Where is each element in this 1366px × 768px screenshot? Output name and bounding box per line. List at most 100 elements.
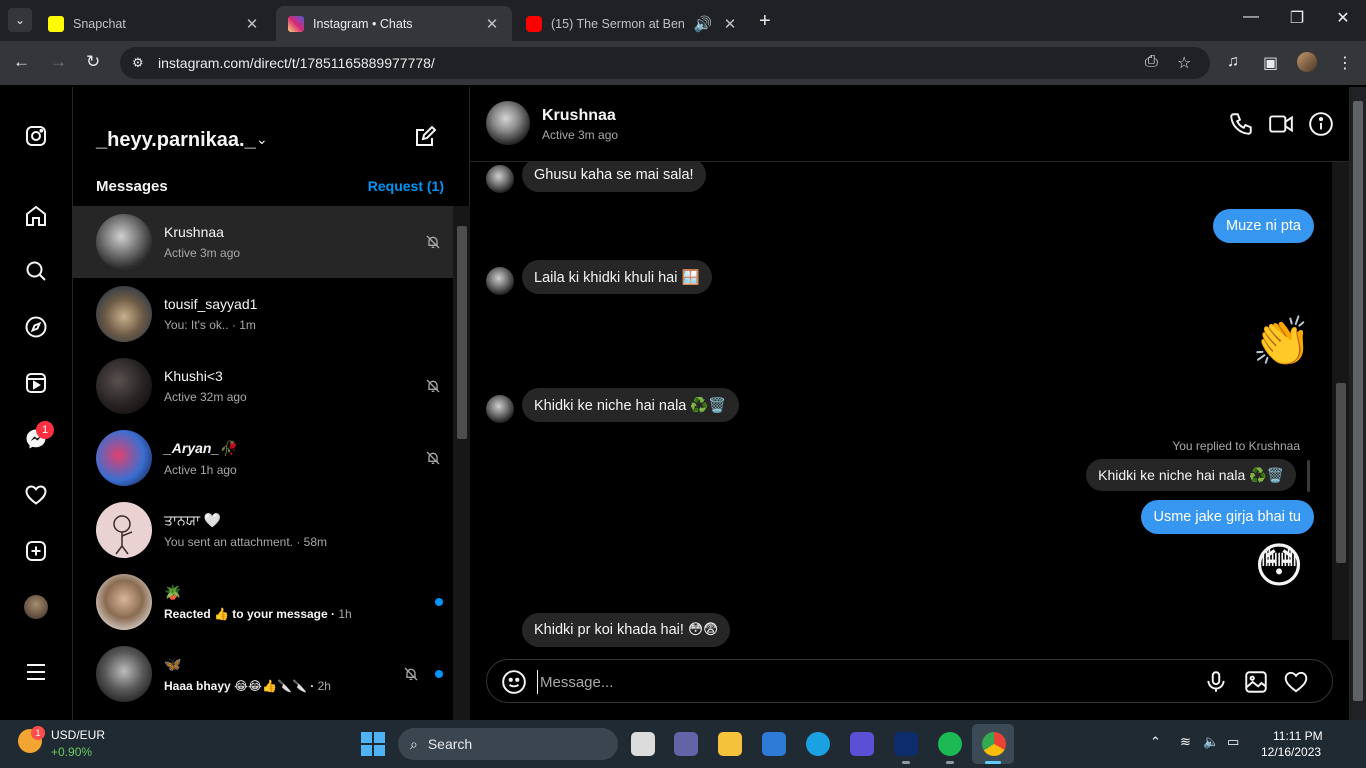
chat-row[interactable]: ਤਾਨਯਾ 🤍 You sent an attachment. · 58m [73, 494, 453, 566]
install-app-icon[interactable]: ⎙ [1145, 53, 1158, 71]
chat-preview: You sent an attachment. · [164, 534, 304, 549]
close-icon[interactable]: ✕ [484, 15, 500, 33]
widget-badge: 1 [31, 726, 45, 740]
media-control-icon[interactable]: ♫ [1227, 53, 1239, 71]
volume-icon[interactable]: 🔈 [1203, 734, 1219, 750]
chat-row[interactable]: 🦋 Haaa bhayy 😂😂👍🔪🔪 · 2h [73, 638, 453, 710]
info-icon[interactable] [1308, 111, 1334, 137]
heart-icon[interactable] [1283, 669, 1309, 695]
ticker-name[interactable]: USD/EUR [51, 728, 105, 742]
youtube-icon [526, 15, 542, 32]
tab-youtube[interactable]: (15) The Sermon at Benares 🔊 ✕ [514, 6, 750, 41]
chat-row[interactable]: Krushnaa Active 3m ago [73, 206, 453, 278]
mail-icon[interactable] [762, 732, 786, 756]
conversation-name[interactable]: Krushnaa [542, 107, 616, 125]
chrome-icon[interactable] [982, 732, 1006, 756]
url-text[interactable]: instagram.com/direct/t/17851165889977778… [158, 55, 435, 71]
reload-button[interactable]: ↻ [86, 52, 100, 72]
search-icon[interactable] [23, 258, 49, 284]
message-bubble-received[interactable]: Ghusu kaha se mai sala! [522, 162, 706, 192]
tab-instagram[interactable]: Instagram • Chats ✕ [276, 6, 512, 41]
chat-status: Active 1h ago [164, 462, 237, 477]
windows-start-icon[interactable] [361, 732, 385, 756]
taskbar-search[interactable]: ⌕ Search [398, 728, 618, 760]
window-close-button[interactable]: ✕ [1333, 8, 1353, 28]
back-button[interactable]: ← [13, 52, 30, 72]
conversation-header: Krushnaa Active 3m ago [470, 87, 1366, 162]
restore-button[interactable]: ❐ [1287, 8, 1307, 28]
chat-row[interactable]: 🪴 Reacted 👍 to your message · 1h [73, 566, 453, 638]
explore-icon[interactable] [23, 314, 49, 340]
instagram-icon[interactable] [23, 123, 49, 149]
message-bubble-received[interactable]: Laila ki khidki khuli hai 🪟 [522, 260, 712, 294]
video-call-icon[interactable] [1268, 111, 1294, 137]
avatar [486, 395, 514, 423]
task-view-icon[interactable] [631, 732, 655, 756]
copilot-icon[interactable] [850, 732, 874, 756]
chat-name: _Aryan_🥀 [164, 439, 237, 456]
muted-bell-icon [404, 667, 418, 681]
battery-icon[interactable]: ▭ [1227, 734, 1239, 750]
thread-scrollbar-thumb[interactable] [1336, 383, 1346, 563]
chevron-down-icon[interactable]: ⌄ [256, 131, 268, 148]
close-icon[interactable]: ✕ [722, 15, 738, 33]
minimize-button[interactable]: — [1241, 8, 1261, 26]
account-username[interactable]: _heyy.parnikaa._ [96, 129, 256, 152]
clock-time[interactable]: 11:11 PM [1273, 729, 1323, 743]
side-panel-icon[interactable]: ▣ [1263, 53, 1278, 73]
chevron-up-icon[interactable]: ⌃ [1150, 734, 1161, 750]
speaker-icon[interactable]: 🔊 [692, 15, 714, 33]
message-bubble-received[interactable]: Khidki pr koi khada hai! 😳😨 [522, 613, 731, 647]
teams-meet-icon[interactable] [674, 732, 698, 756]
message-composer [486, 659, 1333, 703]
emoji-message-flushed[interactable]: 😳 [1254, 543, 1304, 591]
spotify-icon[interactable] [938, 732, 962, 756]
message-bubble-sent[interactable]: Usme jake girja bhai tu [1140, 500, 1314, 534]
home-icon[interactable] [23, 203, 49, 229]
clock-date[interactable]: 12/16/2023 [1261, 745, 1321, 759]
profile-avatar[interactable] [24, 595, 48, 619]
emoji-picker-icon[interactable] [501, 669, 527, 695]
message-bubble-received[interactable]: Khidki ke niche hai nala ♻️🗑️ [522, 388, 739, 422]
taskbar: 1 USD/EUR +0.90% ⌕ Search ⌃ ≋ 🔈 ▭ 11:11 … [0, 720, 1366, 768]
chat-row[interactable]: tousif_sayyad1 You: It's ok.. · 1m [73, 278, 453, 350]
edge-icon[interactable] [806, 732, 830, 756]
chat-name: Krushnaa [164, 224, 224, 240]
bookmark-star-icon[interactable]: ☆ [1177, 53, 1191, 73]
emoji-message-clap[interactable]: 👏 [1252, 319, 1312, 367]
requests-link[interactable]: Request (1) [368, 178, 444, 194]
phone-icon[interactable] [1228, 111, 1254, 137]
compose-icon[interactable] [413, 125, 437, 149]
site-info-icon[interactable]: ⚙ [132, 55, 152, 71]
running-indicator [902, 761, 910, 764]
address-bar[interactable]: ⚙ instagram.com/direct/t/178511658899777… [120, 47, 1210, 79]
unread-dot [435, 670, 443, 678]
tab-snapchat[interactable]: Snapchat ✕ [36, 6, 272, 41]
avatar[interactable] [486, 101, 530, 145]
chat-row[interactable]: Khushi<3 Active 32m ago [73, 350, 453, 422]
message-bubble-sent[interactable]: Muze ni pta [1213, 209, 1314, 243]
menu-icon[interactable] [23, 659, 49, 685]
file-explorer-icon[interactable] [718, 732, 742, 756]
inbox-panel: _heyy.parnikaa._ ⌄ Messages Request (1) … [73, 87, 470, 720]
browser-menu-icon[interactable]: ⋮ [1337, 53, 1353, 73]
tab-search-button[interactable]: ⌄ [8, 8, 32, 32]
chat-row[interactable]: _Aryan_🥀 Active 1h ago [73, 422, 453, 494]
close-icon[interactable]: ✕ [244, 15, 260, 33]
message-input[interactable] [537, 670, 1137, 694]
reels-icon[interactable] [23, 370, 49, 396]
tab-title: Instagram • Chats [313, 16, 413, 31]
webex-icon[interactable] [894, 732, 918, 756]
new-tab-button[interactable]: + [759, 10, 771, 33]
forward-button[interactable]: → [50, 52, 67, 72]
reply-quote[interactable]: Khidki ke niche hai nala ♻️🗑️ [1086, 459, 1296, 491]
wifi-icon[interactable]: ≋ [1180, 734, 1191, 750]
microphone-icon[interactable] [1203, 669, 1229, 695]
heart-icon[interactable] [23, 482, 49, 508]
image-icon[interactable] [1243, 669, 1269, 695]
browser-profile-avatar[interactable] [1297, 52, 1317, 72]
page-scrollbar-thumb[interactable] [1353, 101, 1363, 701]
create-icon[interactable] [23, 538, 49, 564]
browser-tab-bar: ⌄ Snapchat ✕ Instagram • Chats ✕ (15) Th… [0, 0, 1366, 41]
inbox-scrollbar-thumb[interactable] [457, 226, 467, 439]
